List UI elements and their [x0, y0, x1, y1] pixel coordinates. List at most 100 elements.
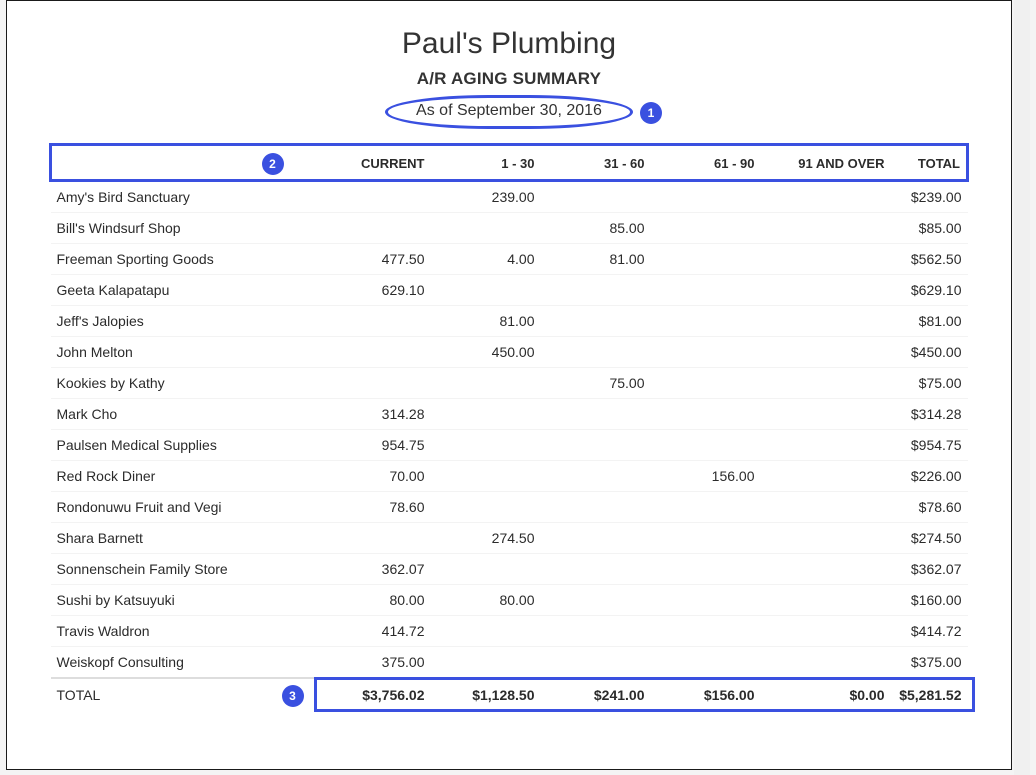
column-header-61-90: 61 - 90	[651, 145, 761, 181]
customer-name: Paulsen Medical Supplies	[51, 430, 321, 461]
table-row: Shara Barnett274.50$274.50	[51, 523, 968, 554]
table-row: Kookies by Kathy75.00$75.00	[51, 368, 968, 399]
customer-name: Weiskopf Consulting	[51, 647, 321, 679]
cell-61-90	[651, 523, 761, 554]
cell-current: 70.00	[321, 461, 431, 492]
cell-31-60	[541, 616, 651, 647]
cell-31-60	[541, 275, 651, 306]
cell-current: 477.50	[321, 244, 431, 275]
customer-name: Rondonuwu Fruit and Vegi	[51, 492, 321, 523]
customer-name: Jeff's Jalopies	[51, 306, 321, 337]
callout-badge-1: 1	[640, 102, 662, 124]
cell-current	[321, 337, 431, 368]
customer-name: Freeman Sporting Goods	[51, 244, 321, 275]
customer-name: John Melton	[51, 337, 321, 368]
cell-61-90	[651, 554, 761, 585]
cell-31-60	[541, 399, 651, 430]
cell-current: 78.60	[321, 492, 431, 523]
table-header-row: CURRENT 1 - 30 31 - 60 61 - 90 91 AND OV…	[51, 145, 968, 181]
cell-total: $85.00	[891, 213, 968, 244]
table-row: Red Rock Diner70.00156.00$226.00	[51, 461, 968, 492]
cell-61-90	[651, 368, 761, 399]
cell-current	[321, 368, 431, 399]
cell-31-60	[541, 585, 651, 616]
customer-name: Amy's Bird Sanctuary	[51, 181, 321, 213]
column-header-1-30: 1 - 30	[431, 145, 541, 181]
cell-91-over	[761, 213, 891, 244]
cell-61-90	[651, 492, 761, 523]
customer-name: Sushi by Katsuyuki	[51, 585, 321, 616]
cell-total: $160.00	[891, 585, 968, 616]
cell-61-90	[651, 337, 761, 368]
cell-91-over	[761, 461, 891, 492]
table-row: Sushi by Katsuyuki80.0080.00$160.00	[51, 585, 968, 616]
totals-61-90: $156.00	[651, 678, 761, 711]
customer-name: Kookies by Kathy	[51, 368, 321, 399]
column-header-current: CURRENT	[321, 145, 431, 181]
cell-31-60	[541, 306, 651, 337]
customer-name: Sonnenschein Family Store	[51, 554, 321, 585]
cell-31-60	[541, 181, 651, 213]
cell-current: 414.72	[321, 616, 431, 647]
cell-31-60	[541, 523, 651, 554]
table-row: Geeta Kalapatapu629.10$629.10	[51, 275, 968, 306]
cell-1-30: 274.50	[431, 523, 541, 554]
cell-current	[321, 181, 431, 213]
cell-31-60	[541, 461, 651, 492]
totals-grand-total: $5,281.52	[891, 678, 968, 711]
cell-total: $226.00	[891, 461, 968, 492]
cell-61-90	[651, 244, 761, 275]
cell-current: 375.00	[321, 647, 431, 679]
cell-31-60	[541, 554, 651, 585]
cell-total: $239.00	[891, 181, 968, 213]
cell-total: $375.00	[891, 647, 968, 679]
cell-1-30	[431, 647, 541, 679]
callout-badge-3: 3	[282, 685, 304, 707]
table-row: Paulsen Medical Supplies954.75$954.75	[51, 430, 968, 461]
cell-61-90	[651, 585, 761, 616]
customer-name: Travis Waldron	[51, 616, 321, 647]
report-title: A/R AGING SUMMARY	[49, 69, 969, 89]
table-row: Mark Cho314.28$314.28	[51, 399, 968, 430]
cell-current	[321, 213, 431, 244]
cell-61-90	[651, 213, 761, 244]
cell-1-30: 239.00	[431, 181, 541, 213]
column-header-total: TOTAL	[891, 145, 968, 181]
cell-31-60: 81.00	[541, 244, 651, 275]
cell-1-30: 80.00	[431, 585, 541, 616]
cell-1-30	[431, 461, 541, 492]
cell-91-over	[761, 523, 891, 554]
cell-total: $78.60	[891, 492, 968, 523]
cell-1-30	[431, 275, 541, 306]
cell-31-60	[541, 430, 651, 461]
cell-1-30: 450.00	[431, 337, 541, 368]
cell-current: 629.10	[321, 275, 431, 306]
cell-31-60: 85.00	[541, 213, 651, 244]
table-row: Amy's Bird Sanctuary 239.00 $239.00	[51, 181, 968, 213]
cell-91-over	[761, 275, 891, 306]
cell-31-60: 75.00	[541, 368, 651, 399]
cell-31-60	[541, 647, 651, 679]
cell-91-over	[761, 616, 891, 647]
table-row: Sonnenschein Family Store362.07 $362.07	[51, 554, 968, 585]
cell-61-90	[651, 306, 761, 337]
customer-name: Geeta Kalapatapu	[51, 275, 321, 306]
cell-1-30	[431, 430, 541, 461]
cell-91-over	[761, 399, 891, 430]
table-row: Weiskopf Consulting375.00 $375.00	[51, 647, 968, 679]
cell-1-30: 81.00	[431, 306, 541, 337]
customer-name: Bill's Windsurf Shop	[51, 213, 321, 244]
cell-current: 314.28	[321, 399, 431, 430]
totals-91-over: $0.00	[761, 678, 891, 711]
cell-current: 362.07	[321, 554, 431, 585]
cell-31-60	[541, 492, 651, 523]
customer-name: Mark Cho	[51, 399, 321, 430]
cell-31-60	[541, 337, 651, 368]
cell-61-90: 156.00	[651, 461, 761, 492]
scrollbar-track[interactable]	[1014, 0, 1030, 775]
cell-total: $81.00	[891, 306, 968, 337]
cell-91-over	[761, 647, 891, 679]
cell-total: $414.72	[891, 616, 968, 647]
aging-table: CURRENT 1 - 30 31 - 60 61 - 90 91 AND OV…	[49, 143, 969, 711]
cell-total: $362.07	[891, 554, 968, 585]
